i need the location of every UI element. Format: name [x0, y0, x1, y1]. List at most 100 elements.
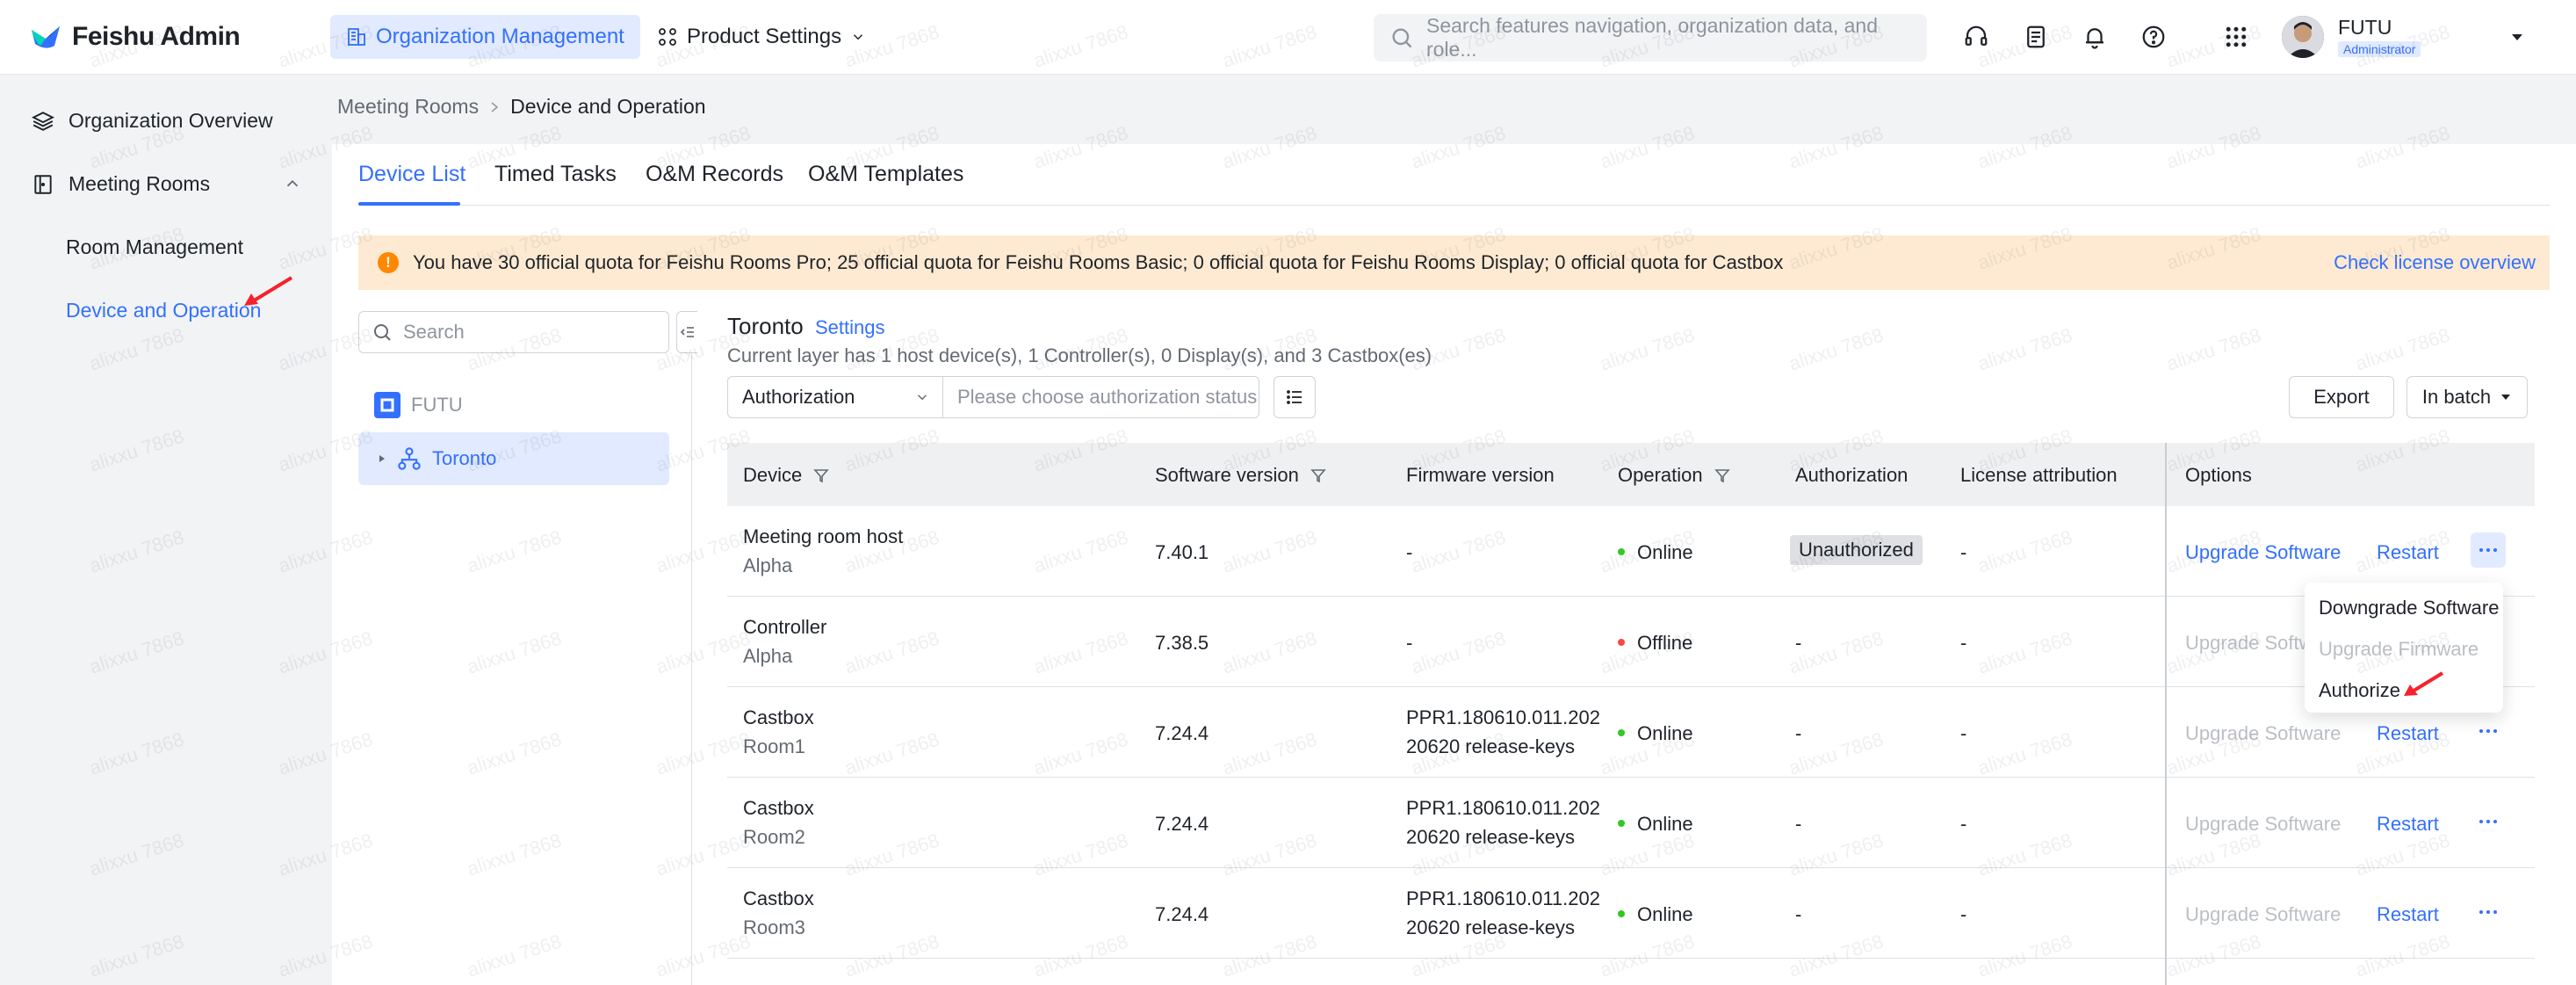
product-settings-icon: [659, 28, 676, 46]
operation-status: Online: [1618, 722, 1693, 745]
caret-down-icon[interactable]: [2508, 28, 2526, 46]
authorization-badge: Unauthorized: [1790, 535, 1923, 565]
location-tree-panel: Search FUTU Toronto: [358, 311, 697, 985]
tab-device-list[interactable]: Device List: [358, 162, 465, 187]
firmware-version-line-2: 20620 release-keys: [1406, 916, 1576, 938]
menu-item-authorize[interactable]: Authorize: [2319, 679, 2400, 702]
authorization-value: -: [1795, 903, 1802, 925]
status-dot: [1618, 910, 1625, 918]
more-options-button[interactable]: [2471, 894, 2506, 930]
operation-status: Offline: [1618, 632, 1692, 655]
apps-grid-icon[interactable]: [2220, 21, 2252, 53]
filter-list-button[interactable]: [1274, 376, 1316, 418]
avatar[interactable]: [2282, 16, 2324, 58]
check-license-overview-link[interactable]: Check license overview: [2334, 251, 2536, 274]
license-notice-banner: ! You have 30 official quota for Feishu …: [358, 235, 2550, 290]
table-row: Castbox Room1 7.24.4 PPR1.180610.011.202…: [727, 687, 2535, 778]
software-version: 7.38.5: [1155, 632, 1209, 654]
fixed-column-divider: [2165, 443, 2167, 985]
menu-item-downgrade-software[interactable]: Downgrade Software: [2319, 597, 2499, 619]
headset-icon[interactable]: [1960, 21, 1992, 53]
filter-icon[interactable]: [1310, 467, 1327, 484]
license-attribution: -: [1960, 722, 1967, 744]
firmware-version-line-1: PPR1.180610.011.202: [1406, 706, 1600, 728]
device-room: Room2: [743, 826, 805, 848]
restart-link[interactable]: Restart: [2377, 541, 2439, 564]
software-version: 7.24.4: [1155, 722, 1209, 744]
top-bar: Feishu Admin Organization Management Pro…: [0, 0, 2576, 75]
sidebar-item-label: Meeting Rooms: [69, 172, 211, 195]
location-title: Toronto: [727, 313, 804, 339]
tab-om-templates[interactable]: O&M Templates: [808, 162, 963, 187]
tab-om-records[interactable]: O&M Records: [646, 162, 783, 187]
sidebar-item-meeting-rooms[interactable]: Meeting Rooms: [32, 172, 210, 196]
tree-node-toronto[interactable]: Toronto: [358, 432, 669, 485]
authorization-status-input[interactable]: Please choose authorization status: [942, 376, 1259, 418]
table-row: Castbox Room3 7.24.4 PPR1.180610.011.202…: [727, 868, 2535, 959]
nav-tab-product-settings[interactable]: Product Settings: [641, 15, 882, 59]
status-dot: [1618, 729, 1625, 737]
restart-link[interactable]: Restart: [2377, 722, 2439, 745]
license-attribution: -: [1960, 541, 1967, 563]
nav-tab-label: Organization Management: [376, 25, 624, 48]
caret-right-icon[interactable]: [378, 454, 386, 463]
in-batch-label: In batch: [2421, 386, 2492, 408]
sidebar: Organization Overview Meeting Rooms Room…: [0, 76, 332, 985]
sidebar-item-room-management[interactable]: Room Management: [66, 235, 243, 259]
in-batch-button[interactable]: In batch: [2406, 376, 2528, 418]
filter-icon[interactable]: [1714, 467, 1731, 484]
export-label: Export: [2313, 386, 2370, 408]
filter-icon[interactable]: [812, 467, 830, 484]
global-search-input[interactable]: Search features navigation, organization…: [1374, 14, 1927, 62]
upgrade-software-link-disabled: Upgrade Software: [2185, 722, 2341, 744]
column-header-authorization: Authorization: [1795, 464, 1909, 486]
more-options-button[interactable]: [2471, 804, 2506, 839]
more-options-button[interactable]: [2471, 713, 2506, 749]
tree-search-input[interactable]: Search: [358, 311, 669, 353]
tab-timed-tasks[interactable]: Timed Tasks: [494, 162, 617, 187]
breadcrumb-parent[interactable]: Meeting Rooms: [337, 95, 479, 119]
org-logo-icon: [374, 392, 400, 418]
sidebar-item-label: Organization Overview: [69, 109, 273, 132]
sidebar-item-device-and-operation[interactable]: Device and Operation: [66, 299, 261, 322]
filter-field-select[interactable]: Authorization: [727, 376, 943, 418]
menu-item-upgrade-firmware: Upgrade Firmware: [2319, 638, 2479, 660]
firmware-version-line-1: PPR1.180610.011.202: [1406, 887, 1600, 909]
tab-bar: Device List Timed Tasks O&M Records O&M …: [358, 144, 2550, 206]
app-logo[interactable]: Feishu Admin: [28, 19, 241, 54]
upgrade-software-link[interactable]: Upgrade Software: [2185, 541, 2341, 564]
restart-link[interactable]: Restart: [2377, 903, 2439, 926]
chevron-up-icon[interactable]: [283, 174, 302, 193]
restart-link[interactable]: Restart: [2377, 813, 2439, 836]
filter-field-value: Authorization: [742, 386, 855, 408]
nav-tab-organization-management[interactable]: Organization Management: [330, 15, 640, 59]
sidebar-item-organization-overview[interactable]: Organization Overview: [32, 109, 273, 133]
authorization-value: -: [1795, 632, 1802, 654]
tree-node-label: Toronto: [432, 447, 497, 469]
export-button[interactable]: Export: [2289, 376, 2394, 418]
feedback-icon[interactable]: [2020, 21, 2052, 53]
bell-icon[interactable]: [2079, 21, 2111, 53]
breadcrumb: Meeting Rooms Device and Operation: [337, 95, 706, 119]
table-header: Device Software version Firmware version…: [727, 443, 2535, 506]
user-role-badge: Administrator: [2338, 41, 2421, 57]
firmware-version-line-2: 20620 release-keys: [1406, 735, 1576, 757]
software-version: 7.24.4: [1155, 813, 1209, 835]
license-attribution: -: [1960, 813, 1967, 835]
authorization-value: -: [1795, 813, 1802, 835]
meeting-room-icon: [34, 174, 52, 194]
location-settings-link[interactable]: Settings: [815, 316, 885, 339]
software-version: 7.24.4: [1155, 903, 1209, 925]
tree-root-futu[interactable]: FUTU: [374, 392, 463, 418]
device-name: Castbox: [743, 887, 814, 909]
list-icon: [1287, 390, 1302, 404]
caret-down-icon: [2501, 395, 2511, 400]
operation-status: Online: [1618, 903, 1693, 926]
more-icon: [2479, 910, 2497, 914]
collapse-panel-button[interactable]: [676, 311, 697, 353]
table-row: Controller Alpha 7.38.5 - Offline - - Up…: [727, 597, 2535, 687]
more-icon: [2479, 820, 2497, 823]
more-options-button[interactable]: [2471, 532, 2506, 568]
help-icon[interactable]: [2138, 21, 2169, 53]
user-name: FUTU: [2338, 16, 2392, 39]
